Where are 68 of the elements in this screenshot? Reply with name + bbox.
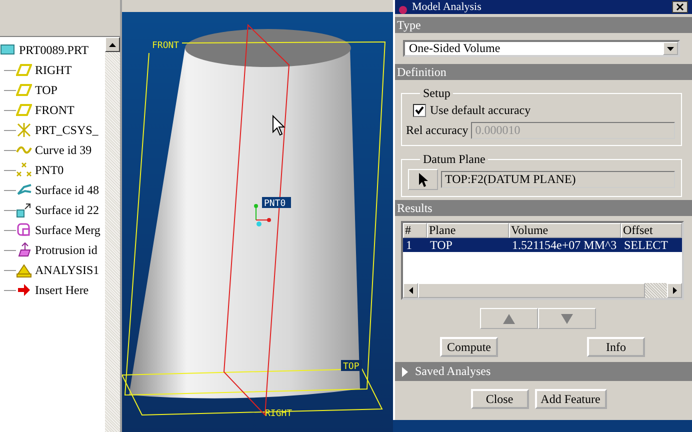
type-dropdown[interactable]: One-Sided Volume (403, 40, 680, 57)
input-field[interactable]: TOP:F2(DATUM PLANE) (441, 171, 675, 188)
add-feature-button[interactable]: Add Feature (534, 389, 606, 409)
up-arrow-icon (109, 42, 116, 46)
point-icon (16, 162, 32, 178)
dropdown-arrow-icon (667, 46, 674, 50)
protrusion-icon (16, 242, 32, 258)
section-header: Definition (395, 64, 692, 80)
tree-item[interactable]: Insert Here (35, 282, 89, 298)
tree-item[interactable]: PRT_CSYS_ (35, 122, 98, 138)
plane-label: FRONT (152, 41, 180, 51)
column-header[interactable]: Plane (427, 223, 509, 238)
point-label: PNT0 (262, 197, 291, 209)
app-icon (398, 6, 408, 14)
right-arrow-icon (672, 287, 676, 294)
scroll-up-button[interactable] (105, 37, 120, 52)
tree-item[interactable]: RIGHT (35, 62, 72, 78)
checkbox-label[interactable]: Use default accuracy (430, 103, 531, 118)
arrow-pointer-icon (418, 172, 428, 186)
tree-item[interactable]: PRT0089.PRT (19, 42, 89, 58)
group-label: Setup (422, 86, 452, 101)
merge-icon (16, 222, 32, 238)
plane-icon (16, 102, 32, 118)
close-button[interactable] (672, 1, 688, 13)
scroll-right-button[interactable] (667, 283, 682, 298)
plane-icon (16, 82, 32, 98)
tree-item[interactable]: PNT0 (35, 162, 64, 178)
field-label: Rel accuracy (406, 123, 468, 138)
tree-item[interactable]: Curve id 39 (35, 142, 92, 158)
info-button[interactable]: Info (587, 337, 645, 357)
analysis-icon (16, 262, 32, 278)
tree-item[interactable]: Protrusion id (35, 242, 98, 258)
up-triangle-icon (502, 314, 514, 324)
select-button[interactable] (408, 169, 438, 190)
close-button[interactable]: Close (470, 389, 528, 409)
close-icon (676, 3, 684, 11)
surface-icon (16, 182, 32, 198)
tree-item[interactable]: FRONT (35, 102, 74, 118)
csys-icon (16, 122, 32, 138)
table-cell-text: 1.521154e+07 MM^3 (511, 238, 618, 252)
scrollbar-thumb[interactable] (418, 283, 645, 298)
tree-item[interactable]: TOP (35, 82, 58, 98)
left-arrow-icon (408, 287, 412, 294)
group-label: Datum Plane (422, 152, 486, 167)
checkbox[interactable] (413, 104, 426, 117)
table-cell-text: SELECT (623, 238, 669, 252)
result-row[interactable]: 1 TOP 1.521154e+07 MM^3 SELECT (403, 238, 682, 252)
saved-analyses-header[interactable]: Saved Analyses (395, 362, 692, 381)
scroll-left-button[interactable] (403, 283, 418, 298)
cursor-icon (272, 114, 286, 136)
section-header: Type (395, 17, 692, 33)
tree-item[interactable]: ANALYSIS1 (35, 262, 100, 278)
compute-button[interactable]: Compute (440, 337, 498, 357)
tree-item[interactable]: Surface id 48 (35, 182, 99, 198)
column-header[interactable]: # (403, 223, 427, 238)
column-header[interactable]: Offset (621, 223, 682, 238)
section-header: Results (395, 200, 692, 216)
coordinate-axes-icon (254, 204, 271, 226)
tree-item[interactable]: Surface Merg (35, 222, 100, 238)
insert-icon (16, 282, 32, 298)
plane-icon (16, 62, 32, 78)
window-title: Model Analysis (412, 1, 482, 14)
table-cell-text: 1 (405, 238, 413, 252)
column-header[interactable]: Volume (509, 223, 621, 238)
plane-label: TOP (341, 360, 362, 372)
table-cell-text: TOP (429, 238, 454, 252)
tree-item[interactable]: Surface id 22 (35, 202, 99, 218)
down-triangle-icon (560, 314, 572, 324)
